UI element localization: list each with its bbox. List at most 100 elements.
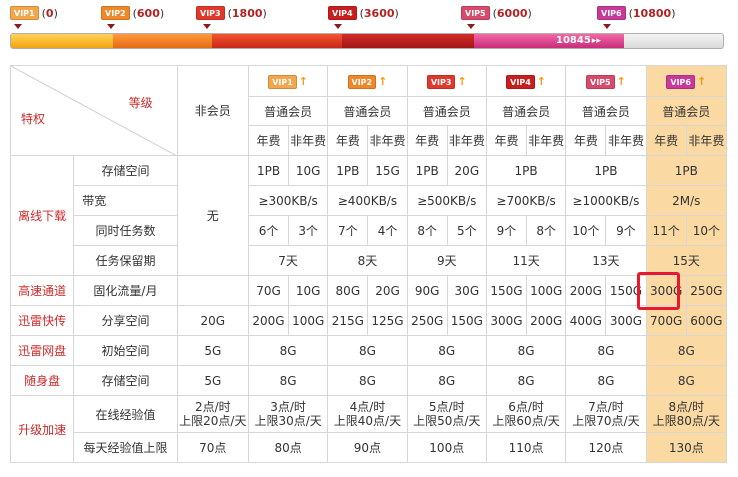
table-cell: 8G	[645, 365, 728, 396]
table-row: 随身盘 存储空间 5G 8G 8G 8G 8G 8G 8G	[9, 365, 728, 396]
table-row: 带宽 ≥300KB/s ≥400KB/s ≥500KB/s ≥700KB/s ≥…	[11, 185, 728, 216]
table-cell: 8G	[565, 335, 647, 366]
vip3-member-type: 普通会员	[406, 96, 487, 126]
table-row: 迅雷快传 分享空间 20G 200G 100G 215G 125G 250G 1…	[9, 305, 728, 336]
row-label-daily-exp: 每天经验值上限	[73, 432, 178, 463]
corner-header: 等级 特权	[10, 65, 178, 156]
table-cell: 1PB	[485, 155, 567, 186]
table-cell: 11个	[645, 215, 687, 246]
table-cell: 7点/时 上限70点/天	[565, 395, 647, 433]
row-label-storage: 存储空间	[73, 155, 178, 186]
progress-segment-vip3	[212, 34, 342, 48]
up-arrow-icon: ↑	[378, 75, 388, 88]
vip3-points: 1800	[231, 6, 263, 20]
vip4-marker: VIP4 (3600)	[328, 6, 399, 20]
table-cell: 3个	[288, 215, 329, 246]
vip1-column-badge: VIP1	[268, 74, 297, 89]
category-xunlei-disk: 迅雷网盘	[9, 335, 75, 366]
vip4-tick	[334, 24, 342, 29]
table-cell: 6个	[247, 215, 290, 246]
vip2-tick	[107, 24, 115, 29]
up-arrow-icon: ↑	[457, 75, 467, 88]
table-cell: 9个	[605, 215, 647, 246]
vip4-column-header: VIP4 ↑	[485, 65, 567, 97]
table-cell: 1PB	[565, 155, 647, 186]
table-cell: 400G	[565, 305, 607, 336]
table-cell: 7个	[327, 215, 369, 246]
non-annual-header: 非年费	[605, 125, 647, 156]
row-label-online-exp: 在线经验值	[73, 395, 178, 433]
table-cell: 70G	[247, 275, 290, 306]
table-cell: 10个	[565, 215, 607, 246]
table-cell: 5个	[446, 215, 487, 246]
table-cell: 4个	[367, 215, 408, 246]
vip6-badge: VIP6	[597, 6, 626, 20]
vip4-column-badge: VIP4	[506, 74, 535, 89]
vip5-tick	[467, 24, 475, 29]
vip5-badge: VIP5	[461, 6, 490, 20]
table-cell: 90点	[327, 432, 408, 463]
table-cell: ≥1000KB/s	[565, 185, 647, 216]
category-offline-download: 离线下载	[9, 155, 75, 276]
table-cell: 110点	[485, 432, 567, 463]
vip5-points: 6000	[496, 6, 528, 20]
table-cell: 8G	[406, 365, 487, 396]
privilege-header-label: 特权	[21, 112, 46, 126]
vip6-marker: VIP6 (10800)	[597, 6, 675, 20]
table-cell: 3点/时 上限30点/天	[247, 395, 329, 433]
table-cell: 200G	[565, 275, 607, 306]
table-cell: 15G	[367, 155, 408, 186]
non-member-offline-value: 无	[176, 155, 249, 276]
table-row: 迅雷网盘 初始空间 5G 8G 8G 8G 8G 8G 8G	[9, 335, 728, 366]
vip3-column-header: VIP3 ↑	[406, 65, 487, 97]
non-member-disk-value: 5G	[176, 335, 249, 366]
table-cell: 100G	[288, 305, 329, 336]
table-cell: 1PB	[327, 155, 369, 186]
table-cell: 20G	[367, 275, 408, 306]
vip4-points: 3600	[363, 6, 395, 20]
up-arrow-icon: ↑	[536, 75, 546, 88]
vip2-column-header: VIP2 ↑	[327, 65, 408, 97]
table-cell: 8个	[526, 215, 567, 246]
table-cell: 5点/时 上限50点/天	[406, 395, 487, 433]
row-label-traffic: 固化流量/月	[73, 275, 178, 306]
table-cell: ≥700KB/s	[485, 185, 567, 216]
vip1-badge: VIP1	[10, 6, 39, 20]
annual-header: 年费	[247, 125, 290, 156]
table-cell: 13天	[565, 245, 647, 276]
table-cell: 8G	[327, 365, 408, 396]
table-cell: 120点	[565, 432, 647, 463]
table-cell: 200G	[526, 305, 567, 336]
table-cell: 700G	[645, 305, 687, 336]
progress-value: 10845▸▸	[556, 34, 601, 48]
vip6-tick	[603, 24, 611, 29]
table-cell: 20G	[446, 155, 487, 186]
up-arrow-icon: ↑	[298, 75, 309, 88]
table-cell: 125G	[367, 305, 408, 336]
vip5-marker: VIP5 (6000)	[461, 6, 532, 20]
table-cell: 150G	[446, 305, 487, 336]
vip1-points: 0	[45, 6, 54, 20]
table-cell: 8G	[406, 335, 487, 366]
vip2-marker: VIP2 (600)	[101, 6, 164, 20]
up-arrow-icon: ↑	[616, 75, 626, 88]
category-upgrade-boost: 升级加速	[9, 395, 75, 463]
double-arrow-right-icon: ▸▸	[591, 36, 601, 46]
table-cell: 8G	[247, 335, 329, 366]
table-cell: ≥300KB/s	[247, 185, 329, 216]
table-cell: 600G	[685, 305, 728, 336]
privilege-table-wrap: 等级 特权 非会员 VIP1 ↑ VIP2 ↑ VIP3 ↑ VIP4 ↑ VIP5 ↑ …	[9, 65, 728, 463]
table-row: 每天经验值上限 70点 80点 90点 100点 110点 120点 130点	[11, 432, 728, 463]
table-cell: 2点/时 上限20点/天	[176, 395, 249, 433]
table-cell: 10G	[288, 155, 329, 186]
table-cell: 8G	[645, 335, 728, 366]
row-label-disk: 初始空间	[73, 335, 178, 366]
table-cell: 10G	[288, 275, 329, 306]
privilege-table: 等级 特权 非会员 VIP1 ↑ VIP2 ↑ VIP3 ↑ VIP4 ↑ VIP5 ↑ …	[9, 65, 728, 463]
progress-bar	[10, 33, 724, 49]
table-cell: 300G	[485, 305, 528, 336]
row-label-share: 分享空间	[73, 305, 178, 336]
non-annual-header: 非年费	[526, 125, 567, 156]
table-cell: 8个	[406, 215, 448, 246]
highlighted-traffic-cell: 300G	[645, 275, 687, 306]
